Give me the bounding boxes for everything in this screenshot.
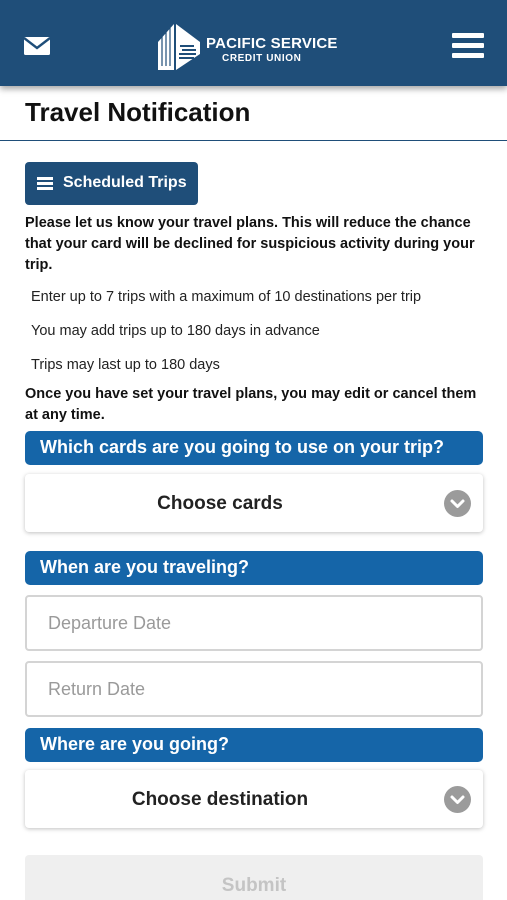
chevron-down-icon (444, 786, 471, 813)
intro-text: Please let us know your travel plans. Th… (25, 215, 475, 273)
info-item: Trips may last up to 180 days (31, 357, 220, 373)
chevron-down-icon (444, 490, 471, 517)
scheduled-trips-label: Scheduled Trips (63, 174, 187, 191)
info-item: Enter up to 7 trips with a maximum of 10… (31, 289, 422, 305)
list-icon (37, 177, 53, 190)
submit-label: Submit (221, 875, 287, 896)
submit-button[interactable]: Submit (25, 855, 483, 900)
dates-section-heading: When are you traveling? (25, 551, 483, 585)
choose-destination-select[interactable]: Choose destination (25, 770, 483, 828)
logo-mark-icon (156, 20, 202, 72)
mail-icon[interactable] (23, 35, 52, 57)
logo-name: PACIFIC SERVICE (206, 35, 338, 52)
choose-destination-label: Choose destination (131, 789, 309, 810)
pacific-service-logo[interactable]: PACIFIC SERVICE CREDIT UNION (156, 20, 346, 72)
choose-cards-label: Choose cards (157, 493, 283, 514)
logo-subtitle: CREDIT UNION (222, 53, 302, 64)
choose-cards-select[interactable]: Choose cards (25, 474, 483, 532)
hamburger-menu-icon[interactable] (452, 33, 484, 59)
departure-date-input[interactable] (25, 595, 483, 651)
outro-text: Once you have set your travel plans, you… (25, 386, 477, 423)
destination-section-heading: Where are you going? (25, 728, 483, 762)
return-date-input[interactable] (25, 661, 483, 717)
title-divider (0, 140, 507, 141)
info-item: You may add trips up to 180 days in adva… (31, 323, 320, 339)
page-title: Travel Notification (25, 97, 251, 127)
cards-section-heading: Which cards are you going to use on your… (25, 431, 483, 465)
scheduled-trips-button[interactable]: Scheduled Trips (25, 162, 198, 205)
app-header: PACIFIC SERVICE CREDIT UNION (0, 0, 507, 86)
